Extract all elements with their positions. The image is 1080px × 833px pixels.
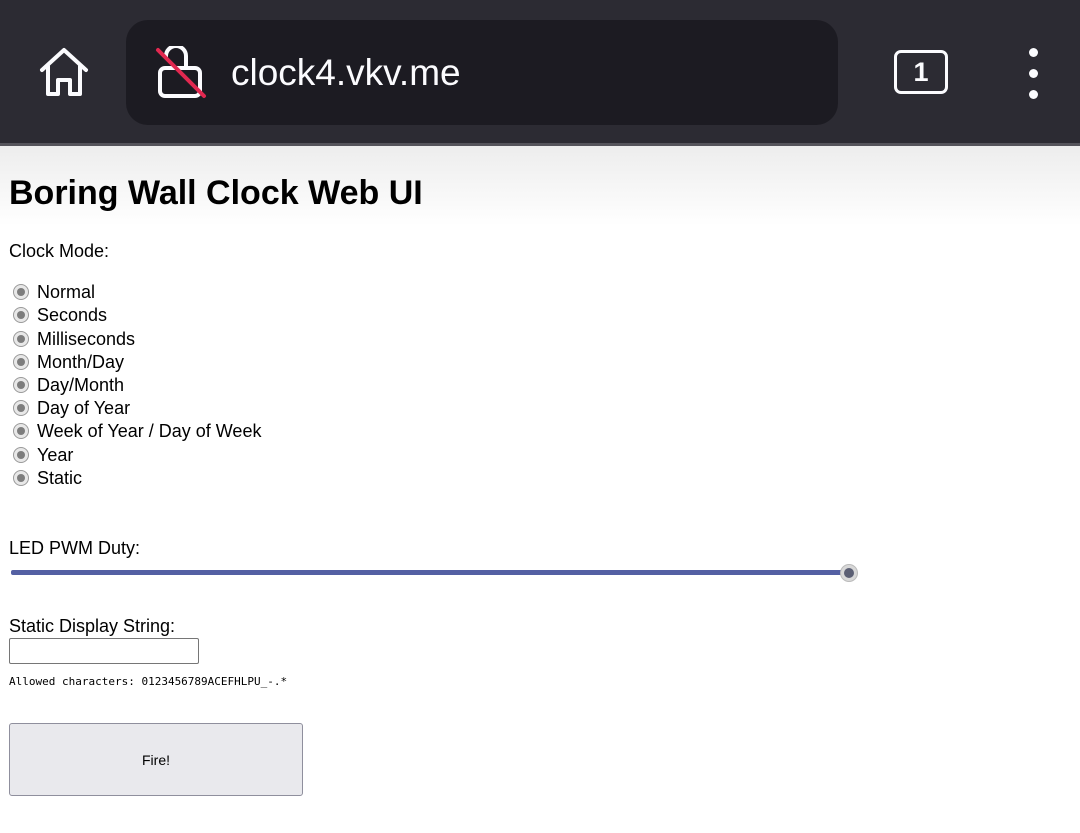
url-bar[interactable]: clock4.vkv.me	[126, 20, 838, 125]
home-icon	[40, 48, 88, 96]
radio-button[interactable]	[13, 470, 29, 486]
home-button[interactable]	[36, 44, 92, 100]
radio-label[interactable]: Normal	[37, 281, 95, 303]
insecure-lock-icon[interactable]	[154, 44, 208, 100]
radio-button[interactable]	[13, 354, 29, 370]
clock-mode-label: Clock Mode:	[9, 241, 110, 261]
radio-label[interactable]: Year	[37, 444, 73, 466]
static-string-label: Static Display String:	[9, 616, 176, 636]
radio-label[interactable]: Month/Day	[37, 351, 124, 373]
radio-button[interactable]	[13, 423, 29, 439]
tab-count-button[interactable]: 1	[894, 50, 948, 94]
radio-button[interactable]	[13, 284, 29, 300]
pwm-slider-track[interactable]	[11, 570, 851, 575]
pwm-label: LED PWM Duty:	[9, 538, 141, 558]
radio-button[interactable]	[13, 447, 29, 463]
radio-button[interactable]	[13, 307, 29, 323]
static-string-input[interactable]	[9, 638, 199, 664]
radio-label[interactable]: Day/Month	[37, 374, 124, 396]
allowed-characters-hint: Allowed characters: 0123456789ACEFHLPU_-…	[9, 675, 288, 688]
radio-label[interactable]: Day of Year	[37, 397, 130, 419]
radio-label[interactable]: Seconds	[37, 304, 107, 326]
radio-button[interactable]	[13, 377, 29, 393]
radio-label[interactable]: Static	[37, 467, 82, 489]
fire-button[interactable]: Fire!	[9, 723, 303, 796]
browser-toolbar: clock4.vkv.me 1	[0, 0, 1080, 144]
url-text[interactable]: clock4.vkv.me	[231, 48, 461, 98]
radio-button[interactable]	[13, 331, 29, 347]
page-title: Boring Wall Clock Web UI	[9, 174, 423, 212]
radio-label[interactable]: Milliseconds	[37, 328, 135, 350]
radio-label[interactable]: Week of Year / Day of Week	[37, 420, 261, 442]
radio-button[interactable]	[13, 400, 29, 416]
kebab-menu-icon[interactable]	[1022, 48, 1046, 100]
pwm-slider-thumb[interactable]	[840, 564, 858, 582]
